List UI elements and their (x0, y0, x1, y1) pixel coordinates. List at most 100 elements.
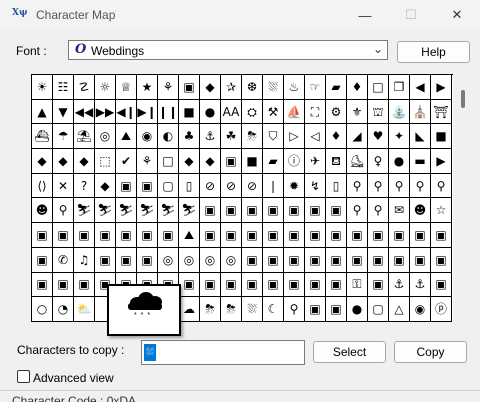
character-cell[interactable]: ◎ (200, 247, 221, 273)
character-cell[interactable]: ▣ (32, 247, 53, 273)
character-cell[interactable]: ▣ (368, 272, 389, 298)
character-cell[interactable]: ☼ (95, 75, 116, 100)
character-cell[interactable]: ▬ (410, 149, 431, 174)
select-button[interactable]: Select (313, 341, 386, 363)
character-cell[interactable]: ⛈ (242, 124, 263, 150)
character-cell[interactable]: ■ (242, 149, 263, 174)
character-cell[interactable]: ▼ (53, 99, 74, 125)
help-button[interactable]: Help (397, 41, 470, 63)
character-cell[interactable]: ⚲ (284, 297, 305, 322)
character-cell[interactable]: ⊘ (200, 173, 221, 199)
scrollbar-thumb[interactable] (461, 90, 465, 108)
character-cell[interactable]: ◆ (200, 75, 221, 100)
character-cell[interactable]: ◔ (53, 297, 74, 322)
character-cell[interactable]: ▣ (389, 247, 410, 273)
character-cell[interactable]: ◎ (221, 247, 242, 273)
character-cell[interactable]: ⛉ (263, 124, 284, 150)
character-cell[interactable]: ▣ (221, 223, 242, 248)
character-cell[interactable]: ⛆ (242, 297, 263, 322)
character-cell[interactable]: ▢ (368, 297, 389, 322)
character-cell[interactable]: ◉ (410, 297, 431, 322)
character-cell[interactable]: ▷ (284, 124, 305, 150)
character-cell[interactable]: ▣ (158, 223, 179, 248)
character-cell[interactable]: ⚓ (200, 124, 221, 150)
character-cell[interactable]: ⛰ (179, 223, 200, 248)
character-cell[interactable]: ■ (179, 99, 200, 125)
character-cell[interactable]: ♀ (368, 149, 389, 174)
character-cell[interactable]: ☾ (263, 297, 284, 322)
character-cell[interactable]: ⛷ (116, 198, 137, 224)
character-grid[interactable]: ☀ ☷ ☡ ☼ ♕ ★ ⚘ ▣ ◆ ✰ ❆ ⛆ ♨ ☞ ▰ ♦ □ ❐ ◀ ▶ ▲ ▼ ◀◀ ▶▶ ◀❙ ▶❙ ❙❙ ■ ● AA ⛭ ⚒ ⛵ ⛶… (31, 74, 453, 322)
character-cell[interactable]: ▰ (326, 75, 347, 100)
character-cell[interactable]: ▣ (95, 247, 116, 273)
character-cell[interactable]: ⚲ (410, 173, 431, 199)
character-cell[interactable]: ◣ (410, 124, 431, 150)
character-cell[interactable]: ▣ (200, 223, 221, 248)
character-cell[interactable]: ▣ (221, 198, 242, 224)
character-cell[interactable]: ✔ (116, 149, 137, 174)
character-cell[interactable]: ▢ (158, 173, 179, 199)
character-cell[interactable]: □ (368, 75, 389, 100)
character-cell[interactable]: ▣ (200, 272, 221, 298)
character-cell[interactable]: ⛷ (137, 198, 158, 224)
character-cell[interactable]: ▣ (347, 223, 368, 248)
character-cell[interactable]: ◆ (95, 173, 116, 199)
character-cell[interactable]: ☷ (53, 75, 74, 100)
character-cell[interactable]: ⛈ (221, 297, 242, 322)
character-cell[interactable]: ▣ (305, 272, 326, 298)
copy-button[interactable]: Copy (394, 341, 467, 363)
character-cell[interactable]: ▣ (410, 223, 431, 248)
character-cell[interactable]: ⛶ (305, 99, 326, 125)
character-cell[interactable]: ❙❙ (158, 99, 179, 125)
character-cell[interactable]: ▣ (53, 223, 74, 248)
character-cell[interactable]: ☡ (74, 75, 95, 100)
character-cell[interactable]: ♣ (179, 124, 200, 150)
character-cell[interactable]: ◢ (347, 124, 368, 150)
character-cell[interactable]: ▣ (32, 223, 53, 248)
character-cell[interactable]: ⛷ (158, 198, 179, 224)
character-cell[interactable]: ◐ (158, 124, 179, 150)
character-cell[interactable]: ⛵ (284, 99, 305, 125)
character-cell[interactable]: ▶ (431, 149, 452, 174)
character-cell[interactable]: ❆ (242, 75, 263, 100)
character-cell[interactable]: ▣ (284, 223, 305, 248)
character-cell[interactable]: ⚘ (158, 75, 179, 100)
character-cell[interactable]: ▯ (326, 173, 347, 199)
character-cell[interactable]: ◀❙ (116, 99, 137, 125)
character-cell[interactable]: □ (158, 149, 179, 174)
character-cell[interactable]: ⚲ (431, 173, 452, 199)
character-cell[interactable]: ✕ (53, 173, 74, 199)
character-cell[interactable]: ▶❙ (137, 99, 158, 125)
character-cell[interactable]: ▣ (263, 272, 284, 298)
character-cell[interactable]: ⚙ (326, 99, 347, 125)
character-cell[interactable]: ☂ (53, 124, 74, 150)
character-cell[interactable]: ⛾ (326, 149, 347, 174)
character-cell[interactable]: ▣ (179, 75, 200, 100)
character-cell[interactable]: ☁ (179, 297, 200, 322)
character-cell[interactable]: ☞ (305, 75, 326, 100)
character-cell[interactable]: ? (74, 173, 95, 199)
character-cell[interactable]: ○ (32, 297, 53, 322)
character-cell[interactable]: ◆ (74, 149, 95, 174)
character-cell[interactable]: ▣ (305, 297, 326, 322)
character-cell[interactable]: ◀◀ (74, 99, 95, 125)
close-button[interactable]: ✕ (434, 0, 480, 30)
character-cell[interactable]: ♕ (116, 75, 137, 100)
character-cell[interactable]: ◆ (53, 149, 74, 174)
character-cell[interactable]: ● (389, 149, 410, 174)
character-cell[interactable]: ▣ (95, 223, 116, 248)
character-cell[interactable]: ▣ (326, 297, 347, 322)
character-cell[interactable]: ☘ (221, 124, 242, 150)
character-cell[interactable]: ◆ (200, 149, 221, 174)
character-cell[interactable]: ⊘ (221, 173, 242, 199)
character-cell[interactable]: ⚲ (53, 198, 74, 224)
character-cell[interactable]: ⟨⟩ (32, 173, 53, 199)
character-cell[interactable]: ☻ (410, 198, 431, 224)
character-cell[interactable]: ▣ (263, 247, 284, 273)
character-cell[interactable]: ⛲ (389, 99, 410, 125)
character-cell[interactable]: ⚓ (410, 272, 431, 298)
character-cell[interactable]: ❘ (263, 173, 284, 199)
font-dropdown[interactable]: O Webdings ⌄ (68, 40, 388, 60)
character-cell[interactable]: ⚘ (137, 149, 158, 174)
character-cell[interactable]: ▣ (179, 272, 200, 298)
